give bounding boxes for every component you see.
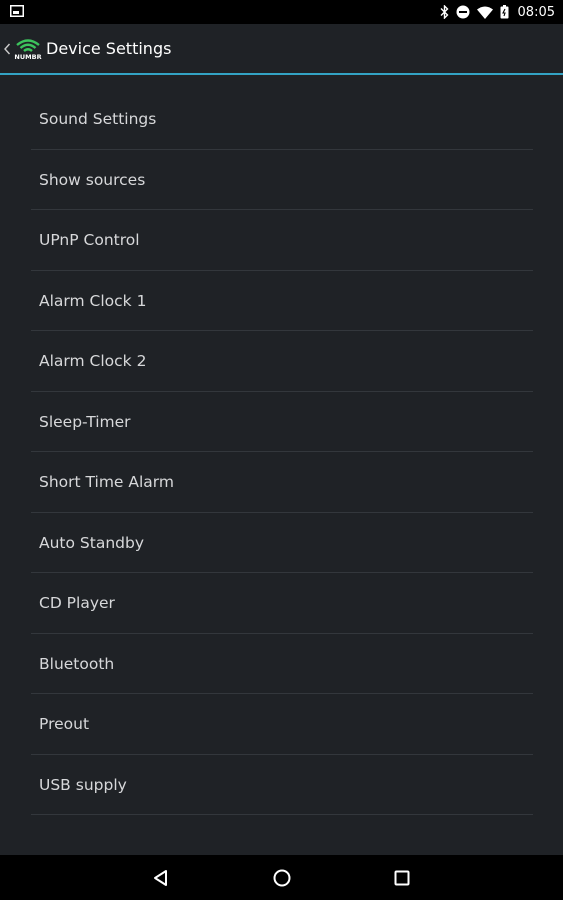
settings-item-cd-player[interactable]: CD Player	[31, 573, 533, 634]
settings-item-alarm-clock-1[interactable]: Alarm Clock 1	[31, 271, 533, 331]
settings-item-bluetooth[interactable]: Bluetooth	[31, 634, 533, 694]
page-title: Device Settings	[46, 39, 172, 58]
settings-item-preout[interactable]: Preout	[31, 694, 533, 755]
status-icons: 08:05	[440, 0, 555, 24]
nav-back-button[interactable]	[146, 863, 176, 893]
logo-wordmark: NUMBR	[14, 53, 41, 61]
app-logo: NUMBR	[14, 38, 42, 61]
settings-item-alarm-clock-2[interactable]: Alarm Clock 2	[31, 331, 533, 392]
settings-list: Sound Settings Show sources UPnP Control…	[31, 89, 533, 815]
bluetooth-icon	[440, 5, 449, 19]
nav-home-button[interactable]	[267, 863, 297, 893]
status-bar: 08:05	[0, 0, 563, 24]
navigation-bar	[0, 855, 563, 900]
chevron-left-icon	[4, 43, 11, 54]
wifi-icon	[476, 6, 493, 19]
nav-recents-button[interactable]	[387, 863, 417, 893]
settings-item-short-time-alarm[interactable]: Short Time Alarm	[31, 452, 533, 513]
back-triangle-icon	[154, 870, 167, 886]
recents-square-icon	[394, 870, 410, 886]
battery-icon	[500, 5, 509, 19]
clock: 08:05	[517, 4, 555, 20]
app-bar-divider	[0, 73, 563, 75]
home-circle-icon	[273, 869, 291, 887]
settings-item-upnp-control[interactable]: UPnP Control	[31, 210, 533, 271]
settings-item-usb-supply[interactable]: USB supply	[31, 755, 533, 815]
settings-item-show-sources[interactable]: Show sources	[31, 150, 533, 210]
settings-item-sound-settings[interactable]: Sound Settings	[31, 89, 533, 150]
screenshot-icon	[10, 5, 24, 17]
do-not-disturb-icon	[456, 5, 470, 19]
app-bar: NUMBR Device Settings	[0, 24, 563, 73]
settings-item-auto-standby[interactable]: Auto Standby	[31, 513, 533, 573]
back-button[interactable]: NUMBR	[0, 24, 44, 73]
settings-item-sleep-timer[interactable]: Sleep-Timer	[31, 392, 533, 452]
